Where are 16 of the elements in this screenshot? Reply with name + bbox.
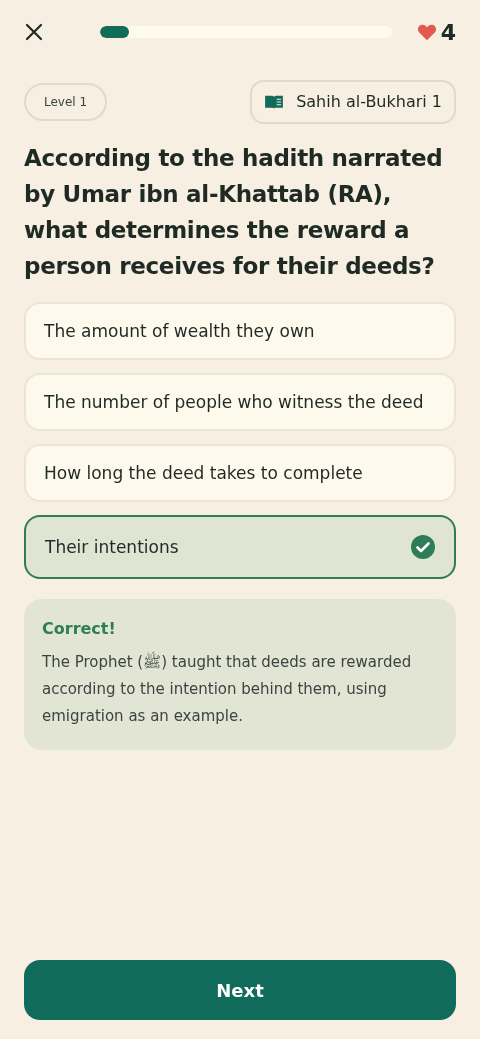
source-label: Sahih al-Bukhari 1 (296, 91, 442, 113)
feedback-title: Correct! (42, 618, 117, 640)
lives-count: 4 (440, 18, 456, 47)
heart-icon (416, 23, 437, 41)
question-text: According to the hadith narrated by Umar ibn al-Khattab (RA), what determines the reward a person receives for their deeds? (24, 144, 444, 281)
answer-option[interactable]: Their intentions (24, 515, 456, 579)
answer-option[interactable]: How long the deed takes to complete (24, 444, 456, 502)
level-badge: Level 1 (24, 83, 108, 121)
book-icon (264, 94, 285, 110)
feedback-text: The Prophet (ﷺ) taught that deeds are rewarded according to the intention behind them, using emigration as an example. (42, 651, 413, 727)
next-button[interactable]: Next (24, 960, 456, 1020)
answer-option[interactable]: The amount of wealth they own (24, 302, 456, 360)
close-icon[interactable] (24, 22, 44, 42)
source-chip[interactable]: Sahih al-Bukhari 1 (250, 80, 456, 124)
check-icon (411, 535, 435, 559)
answer-option[interactable]: The number of people who witness the deed (24, 373, 456, 431)
